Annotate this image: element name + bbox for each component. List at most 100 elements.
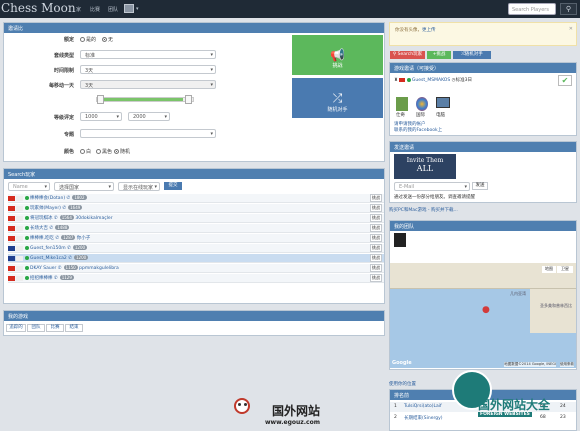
computer-icon[interactable] [436, 97, 450, 108]
google-logo: Google [392, 360, 412, 366]
avatar-notice: 你没有头像，更上传 ✕ [389, 22, 577, 46]
team-header: 我的团队 [390, 221, 576, 231]
map-type-map[interactable]: 地图 [542, 266, 556, 273]
watermark-url: www.egouz.com [265, 419, 320, 426]
player-row[interactable]: 将冠玩棋冰 ✆ 1564 30dokikalmaçler 挑战 [8, 214, 384, 223]
egouz-logo-icon [228, 394, 256, 424]
challenge-row-button[interactable]: 挑战 [370, 214, 382, 222]
player-name-input[interactable]: Name [8, 182, 50, 191]
search-players-input[interactable]: Search Players [508, 3, 556, 15]
create-game-panel: 邀请比 额定 是的 无 套线类型 标准 时间限制 3天 每移动一天 3天 等级评… [3, 22, 385, 162]
close-icon[interactable]: ✕ [569, 26, 573, 32]
time-limit-label: 时间限制 [53, 68, 74, 74]
player-row[interactable]: DKAY Sauer ✆ 1150 ppmmakgulelibra 挑战 [8, 264, 384, 273]
rating-min-select[interactable]: 1000 [80, 112, 122, 121]
location-map[interactable]: ● 几内亚湾 圣多美和普林西比 地图 卫星 Google 地图数据©2014 G… [390, 263, 576, 368]
player-row[interactable]: 长场大吉 ✆ 1488 挑战 [8, 224, 384, 233]
team-avatar[interactable] [394, 233, 406, 247]
challenge-row-button[interactable]: 挑战 [370, 244, 382, 252]
watermark-en: FOREIGN WEBSITES [478, 412, 532, 417]
challenge-row-button[interactable]: 挑战 [370, 204, 382, 212]
player-row[interactable]: Guest_fen150m ✆ 1200 挑战 [8, 244, 384, 253]
online-status-select[interactable]: 显示在线玩家 [118, 182, 160, 191]
search-icon[interactable]: ⚲ [560, 3, 577, 15]
map-type-satellite[interactable]: 卫星 [557, 266, 573, 273]
challenge-row-button[interactable]: 挑战 [370, 274, 382, 282]
invites-header: 游戏邀请（可接受） [390, 63, 576, 73]
color-random-radio[interactable]: 随机 [114, 148, 130, 155]
accept-checkmark-button[interactable]: ✔ [558, 75, 572, 86]
challenge-row-button[interactable]: 挑战 [370, 264, 382, 272]
random-opponent-button[interactable]: ⤮ 随机对手 [292, 78, 383, 118]
players-panel: Search玩家 Name 选择国家 显示在线玩家 提交 棒棒棒会(Dotan)… [3, 168, 385, 304]
rated-no-radio[interactable]: 无 [102, 36, 113, 43]
email-input[interactable]: E-Mail [394, 182, 470, 191]
create-game-header: 邀请比 [4, 23, 384, 33]
send-button[interactable]: 发送 [472, 182, 488, 190]
nav-tournaments[interactable]: 比赛 [90, 6, 100, 13]
map-pin-icon: ● [482, 305, 490, 315]
invite-note: 通过发送一份部分给朋友。调查邀请提醒 [394, 195, 475, 200]
variant-select[interactable]: 标准 [80, 50, 216, 59]
players-submit-button[interactable]: 提交 [164, 182, 182, 190]
invite-friends-panel: 发送邀请 Invite Them ALL E-Mail 发送 通过发送一份部分给… [389, 141, 577, 203]
search-players-button[interactable]: ⚲ Search玩家 [390, 51, 425, 59]
rating-max-select[interactable]: 2000 [128, 112, 170, 121]
random-opponent-tab-button[interactable]: ⤮随机对手 [453, 51, 491, 59]
tab-ongoing[interactable]: 追踪的 [6, 324, 26, 332]
rating-range-slider[interactable] [96, 95, 194, 104]
variant-label: 套线类型 [53, 53, 74, 59]
tab-teams[interactable]: 团队 [27, 324, 45, 332]
player-row[interactable]: Guest_Mike1ca2 ✆ 1200 挑战 [8, 254, 384, 263]
nav-home[interactable]: 家 [76, 6, 81, 13]
tab-tournaments[interactable]: 比赛 [46, 324, 64, 332]
time-limit-select[interactable]: 3天 [80, 65, 216, 74]
challenge-tab-button[interactable]: +挑战 [427, 51, 451, 59]
facebook-link[interactable]: 联系的我的Facebook上 [394, 127, 442, 133]
upload-avatar-link[interactable]: 更上传 [422, 28, 436, 33]
challenge-row-button[interactable]: 挑战 [370, 224, 382, 232]
watermark-cn2: 国外网站大全 [478, 398, 551, 412]
brand-logo[interactable]: Chess Moon [1, 1, 76, 15]
invite-them-all-banner[interactable]: Invite Them ALL [394, 154, 456, 179]
per-move-label: 每移动一天 [48, 83, 74, 89]
watermark-cn: 国外网站 [272, 404, 321, 418]
color-label: 颜色 [63, 149, 74, 155]
use-location-link[interactable]: 使用你的位置 [389, 381, 416, 387]
challenge-button[interactable]: 📢 挑战 [292, 35, 383, 75]
rating-range-fill [103, 98, 183, 101]
chevron-down-icon[interactable]: ▾ [136, 6, 139, 12]
invite-player-name[interactable]: Guest_MSMAKOS [412, 78, 450, 83]
challenge-row-button[interactable]: 挑战 [370, 254, 382, 262]
invites-panel: 游戏邀请（可接受） ♜ Guest_MSMAKOS ◷标准3日 ✔ 仕奇 国际 … [389, 62, 577, 136]
rated-yes-radio[interactable]: 是的 [80, 36, 96, 43]
slider-max-handle[interactable] [185, 95, 192, 104]
slider-min-handle[interactable] [97, 95, 104, 104]
nav-teams[interactable]: 团队 [108, 6, 118, 13]
buy-games-link[interactable]: 购买PC和Mac游戏 - 购买并下载... [389, 207, 458, 213]
platform-icon-2[interactable] [416, 97, 428, 111]
team-panel: 我的团队 ● 几内亚湾 圣多美和普林西比 地图 卫星 Google 地图数据©2… [389, 220, 577, 370]
country-select[interactable]: 选择国家 [54, 182, 114, 191]
player-row[interactable]: 玩家帅(Mayer) ✆ 1649 挑战 [8, 204, 384, 213]
rating-label: 等级评定 [53, 115, 74, 121]
players-header: Search玩家 [4, 169, 384, 179]
platform-icon-1[interactable] [396, 97, 408, 111]
player-row[interactable]: 棒棒棒,吃吃 ✆ 1287 你小子 挑战 [8, 234, 384, 243]
opponent-label: 专题 [63, 132, 74, 138]
tab-finished[interactable]: 结束 [65, 324, 83, 332]
challenge-row-button[interactable]: 挑战 [370, 194, 382, 202]
rated-label: 额定 [63, 37, 74, 43]
shuffle-icon: ⤮ [332, 91, 343, 105]
platform-label-3: 电脑 [436, 113, 445, 118]
per-move-select[interactable]: 3天 [80, 80, 216, 89]
color-black-radio[interactable]: 黑色 [96, 148, 112, 155]
user-avatar[interactable] [124, 4, 134, 13]
color-white-radio[interactable]: 白 [80, 148, 91, 155]
challenge-row-button[interactable]: 挑战 [370, 234, 382, 242]
opponent-select[interactable] [80, 129, 216, 138]
player-row[interactable]: 棒棒棒会(Dotan) ✆ 1802 挑战 [8, 194, 384, 203]
map-terms-link[interactable]: 使用条款 [560, 362, 574, 367]
chess-icon: ♜ [394, 78, 399, 83]
player-row[interactable]: 招招棒棒棒 ✆ 1129 挑战 [8, 274, 384, 283]
